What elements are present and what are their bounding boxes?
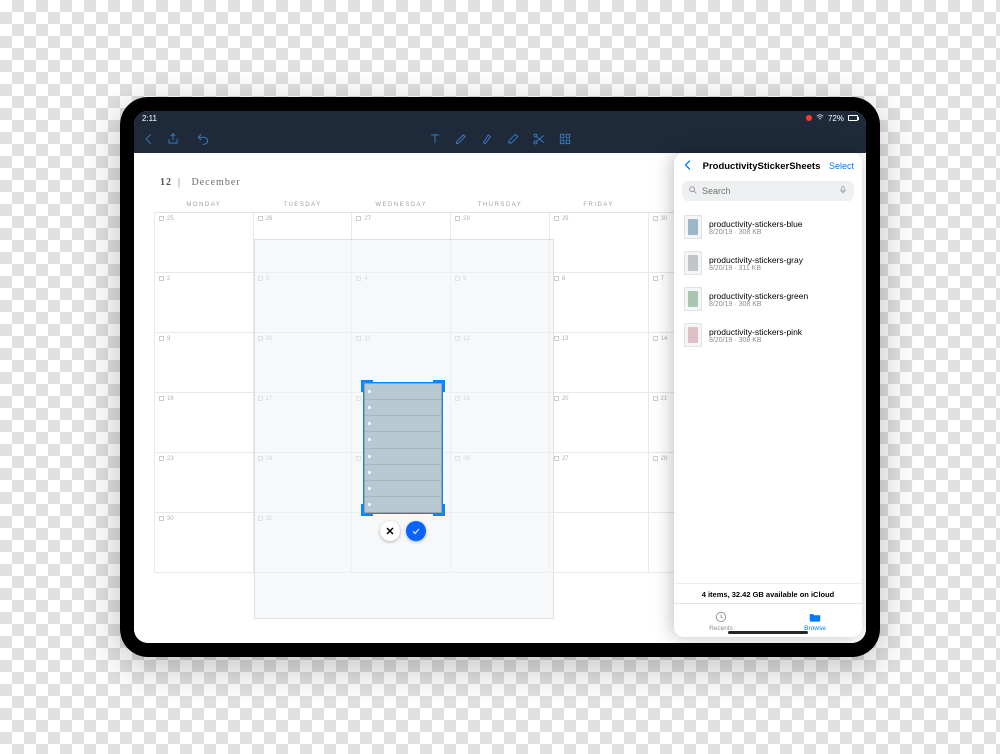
crop-handle-bl[interactable] bbox=[361, 504, 373, 516]
calendar-cell[interactable]: 25 bbox=[155, 213, 254, 273]
calendar-cell[interactable]: 28 bbox=[451, 213, 550, 273]
cancel-selection-button[interactable]: ✕ bbox=[380, 521, 400, 541]
check-icon bbox=[411, 526, 421, 536]
calendar-cell[interactable]: 29 bbox=[549, 213, 648, 273]
calendar-cell[interactable]: 24 bbox=[253, 453, 352, 513]
files-footer-info: 4 items, 32.42 GB available on iCloud bbox=[674, 583, 862, 603]
file-name: productivity-stickers-blue bbox=[709, 219, 803, 229]
files-select-button[interactable]: Select bbox=[829, 161, 854, 171]
file-name: productivity-stickers-gray bbox=[709, 255, 803, 265]
calendar-cell[interactable]: 26 bbox=[253, 213, 352, 273]
highlighter-tool-icon[interactable] bbox=[480, 132, 494, 146]
file-thumbnail bbox=[684, 251, 702, 275]
selection-actions: ✕ bbox=[380, 521, 426, 541]
file-sub: 8/20/19 · 311 KB bbox=[709, 265, 803, 272]
files-header: ProductivityStickerSheets Select bbox=[674, 153, 862, 177]
calendar-cell[interactable]: 27 bbox=[352, 213, 451, 273]
selection-box[interactable]: ✕ bbox=[364, 383, 442, 513]
day-header: TUESDAY bbox=[253, 198, 352, 213]
calendar-cell[interactable]: 2 bbox=[155, 273, 254, 333]
search-box[interactable] bbox=[682, 181, 854, 201]
calendar-cell[interactable]: 4 bbox=[352, 273, 451, 333]
back-button[interactable] bbox=[142, 132, 156, 146]
file-thumbnail bbox=[684, 215, 702, 239]
file-row[interactable]: productivity-stickers-blue8/20/19 · 308 … bbox=[674, 209, 862, 245]
close-icon: ✕ bbox=[385, 525, 394, 538]
file-meta: productivity-stickers-green8/20/19 · 308… bbox=[709, 291, 808, 308]
mic-icon[interactable] bbox=[838, 185, 848, 198]
eraser-tool-icon[interactable] bbox=[506, 132, 520, 146]
file-row[interactable]: productivity-stickers-green8/20/19 · 308… bbox=[674, 281, 862, 317]
folder-icon bbox=[808, 610, 822, 624]
clock-icon bbox=[714, 610, 728, 624]
file-sub: 8/20/19 · 308 KB bbox=[709, 229, 803, 236]
battery-pct: 72% bbox=[828, 114, 844, 123]
confirm-selection-button[interactable] bbox=[406, 521, 426, 541]
calendar-cell[interactable]: 16 bbox=[155, 393, 254, 453]
day-header: MONDAY bbox=[155, 198, 254, 213]
file-list: productivity-stickers-blue8/20/19 · 308 … bbox=[674, 205, 862, 583]
calendar-cell[interactable]: 19 bbox=[451, 393, 550, 453]
calendar-cell[interactable]: 6 bbox=[549, 273, 648, 333]
files-back-button[interactable] bbox=[682, 159, 694, 173]
crop-handle-tl[interactable] bbox=[361, 380, 373, 392]
day-header: THURSDAY bbox=[451, 198, 550, 213]
file-row[interactable]: productivity-stickers-pink8/20/19 · 308 … bbox=[674, 317, 862, 353]
calendar-cell[interactable]: 13 bbox=[549, 333, 648, 393]
status-right: 72% bbox=[806, 113, 858, 123]
center-tools bbox=[428, 132, 572, 146]
calendar-cell[interactable]: 26 bbox=[451, 453, 550, 513]
app-toolbar bbox=[134, 125, 866, 153]
calendar-cell[interactable]: 23 bbox=[155, 453, 254, 513]
wifi-icon bbox=[816, 113, 824, 123]
calendar-cell[interactable]: 31 bbox=[253, 513, 352, 573]
screen: 2:11 72% bbox=[134, 111, 866, 643]
file-name: productivity-stickers-pink bbox=[709, 327, 802, 337]
file-sub: 8/20/19 · 308 KB bbox=[709, 301, 808, 308]
files-panel: ProductivityStickerSheets Select product… bbox=[674, 153, 862, 637]
month-number: 12 bbox=[160, 177, 172, 188]
scissors-tool-icon[interactable] bbox=[532, 132, 546, 146]
file-meta: productivity-stickers-gray8/20/19 · 311 … bbox=[709, 255, 803, 272]
calendar-cell[interactable]: 12 bbox=[451, 333, 550, 393]
calendar-cell[interactable] bbox=[549, 513, 648, 573]
recording-indicator-icon bbox=[806, 115, 812, 121]
search-input[interactable] bbox=[702, 186, 834, 196]
pen-tool-icon[interactable] bbox=[454, 132, 468, 146]
calendar-cell[interactable]: 9 bbox=[155, 333, 254, 393]
text-tool-icon[interactable] bbox=[428, 132, 442, 146]
grid-tool-icon[interactable] bbox=[558, 132, 572, 146]
battery-icon bbox=[848, 115, 858, 121]
calendar-cell[interactable]: 27 bbox=[549, 453, 648, 513]
file-sub: 8/20/19 · 308 KB bbox=[709, 337, 802, 344]
calendar-cell[interactable]: 30 bbox=[155, 513, 254, 573]
file-meta: productivity-stickers-pink8/20/19 · 308 … bbox=[709, 327, 802, 344]
status-time: 2:11 bbox=[142, 114, 157, 123]
calendar-cell[interactable]: 20 bbox=[549, 393, 648, 453]
day-header: FRIDAY bbox=[549, 198, 648, 213]
calendar-cell[interactable]: 17 bbox=[253, 393, 352, 453]
crop-handle-br[interactable] bbox=[433, 504, 445, 516]
file-name: productivity-stickers-green bbox=[709, 291, 808, 301]
calendar-cell[interactable]: 10 bbox=[253, 333, 352, 393]
file-thumbnail bbox=[684, 323, 702, 347]
file-row[interactable]: productivity-stickers-gray8/20/19 · 311 … bbox=[674, 245, 862, 281]
file-thumbnail bbox=[684, 287, 702, 311]
crop-handle-tr[interactable] bbox=[433, 380, 445, 392]
files-title: ProductivityStickerSheets bbox=[703, 161, 821, 172]
calendar-cell[interactable]: 5 bbox=[451, 273, 550, 333]
ipad-frame: 2:11 72% bbox=[120, 97, 880, 657]
share-button[interactable] bbox=[166, 132, 180, 146]
file-meta: productivity-stickers-blue8/20/19 · 308 … bbox=[709, 219, 803, 236]
selection-frame bbox=[363, 382, 443, 514]
calendar-cell[interactable]: 3 bbox=[253, 273, 352, 333]
search-icon bbox=[688, 185, 698, 198]
calendar-cell[interactable] bbox=[451, 513, 550, 573]
month-name: December bbox=[192, 177, 241, 188]
home-indicator[interactable] bbox=[728, 631, 808, 634]
status-bar: 2:11 72% bbox=[134, 111, 866, 125]
day-header: WEDNESDAY bbox=[352, 198, 451, 213]
undo-button[interactable] bbox=[196, 132, 210, 146]
